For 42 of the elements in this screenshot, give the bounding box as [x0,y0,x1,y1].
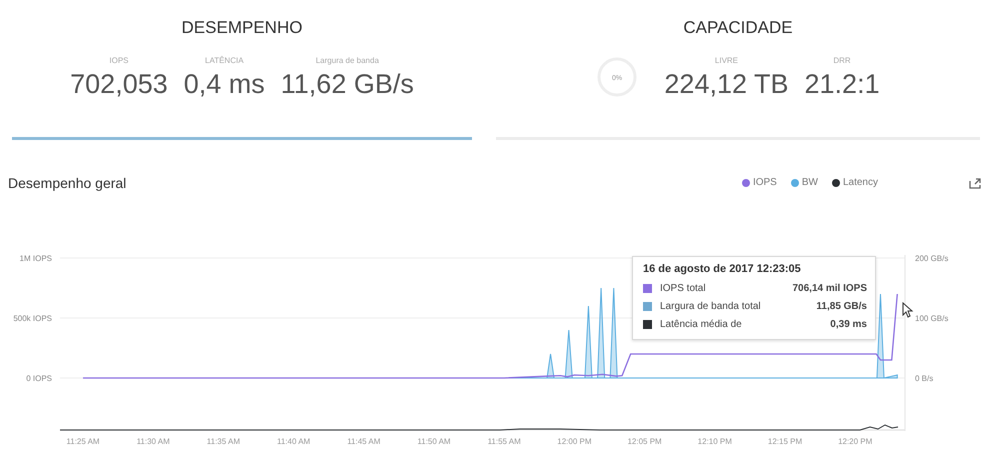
y-axis-label: 500k IOPS [13,314,52,323]
x-axis-label: 11:50 AM [417,437,451,446]
x-axis-label: 12:15 PM [768,437,802,446]
metric-value: 21.2:1 [804,69,880,100]
legend-item[interactable]: IOPS [742,177,777,188]
tooltip-title: 16 de agosto de 2017 12:23:05 [643,263,802,275]
tooltip-label: IOPS total [660,282,707,294]
export-icon[interactable] [968,176,982,190]
metric-label: IOPS [109,56,128,65]
tooltip-value: 11,85 GB/s [816,300,867,312]
metric-value: 11,62 GB/s [280,69,414,100]
performance-tab[interactable]: DESEMPENHO IOPS 702,053 LATÊNCIA 0,4 ms Largura de banda 11,62 GB/s [12,0,472,140]
y-axis-label: 0 IOPS [26,374,52,383]
chart-title: Desempenho geral [8,174,128,190]
x-axis-label: 11:35 AM [206,437,240,446]
metric-value: 0,4 ms [184,69,265,100]
x-axis-label: 11:25 AM [66,437,100,446]
x-axis-label: 12:00 PM [557,437,592,446]
mouse-pointer-icon [902,302,914,318]
legend-item[interactable]: Latency [832,177,878,188]
metric-label: LATÊNCIA [205,56,244,65]
metric-value: 702,053 [70,69,168,100]
y-axis-label: 1M IOPS [20,254,52,263]
x-axis-label: 11:40 AM [277,437,310,446]
tooltip-value: 706,14 mil IOPS [792,282,867,294]
metric-label: DRR [833,56,851,65]
tooltip-label: Largura de banda total [660,300,762,312]
x-axis-label: 11:45 AM [347,437,380,446]
y-axis-label: 100 GB/s [915,314,948,323]
y-axis-label: 200 GB/s [915,254,948,263]
tooltip-value: 0,39 ms [830,318,867,330]
x-axis-label: 12:10 PM [698,437,732,446]
x-axis-label: 11:30 AM [136,437,170,446]
tooltip-label: Latência média de [660,318,743,330]
x-axis-label: 12:05 PM [627,437,662,446]
metric-label: Largura de banda [316,56,379,65]
legend-item[interactable]: BW [790,177,818,188]
x-axis-label: 12:20 PM [838,437,872,446]
x-axis-label: 11:55 AM [488,437,521,446]
y-axis-label: 0 B/s [915,374,934,383]
metric-value: 224,12 TB [664,69,789,100]
metric-label: LIVRE [714,56,738,65]
